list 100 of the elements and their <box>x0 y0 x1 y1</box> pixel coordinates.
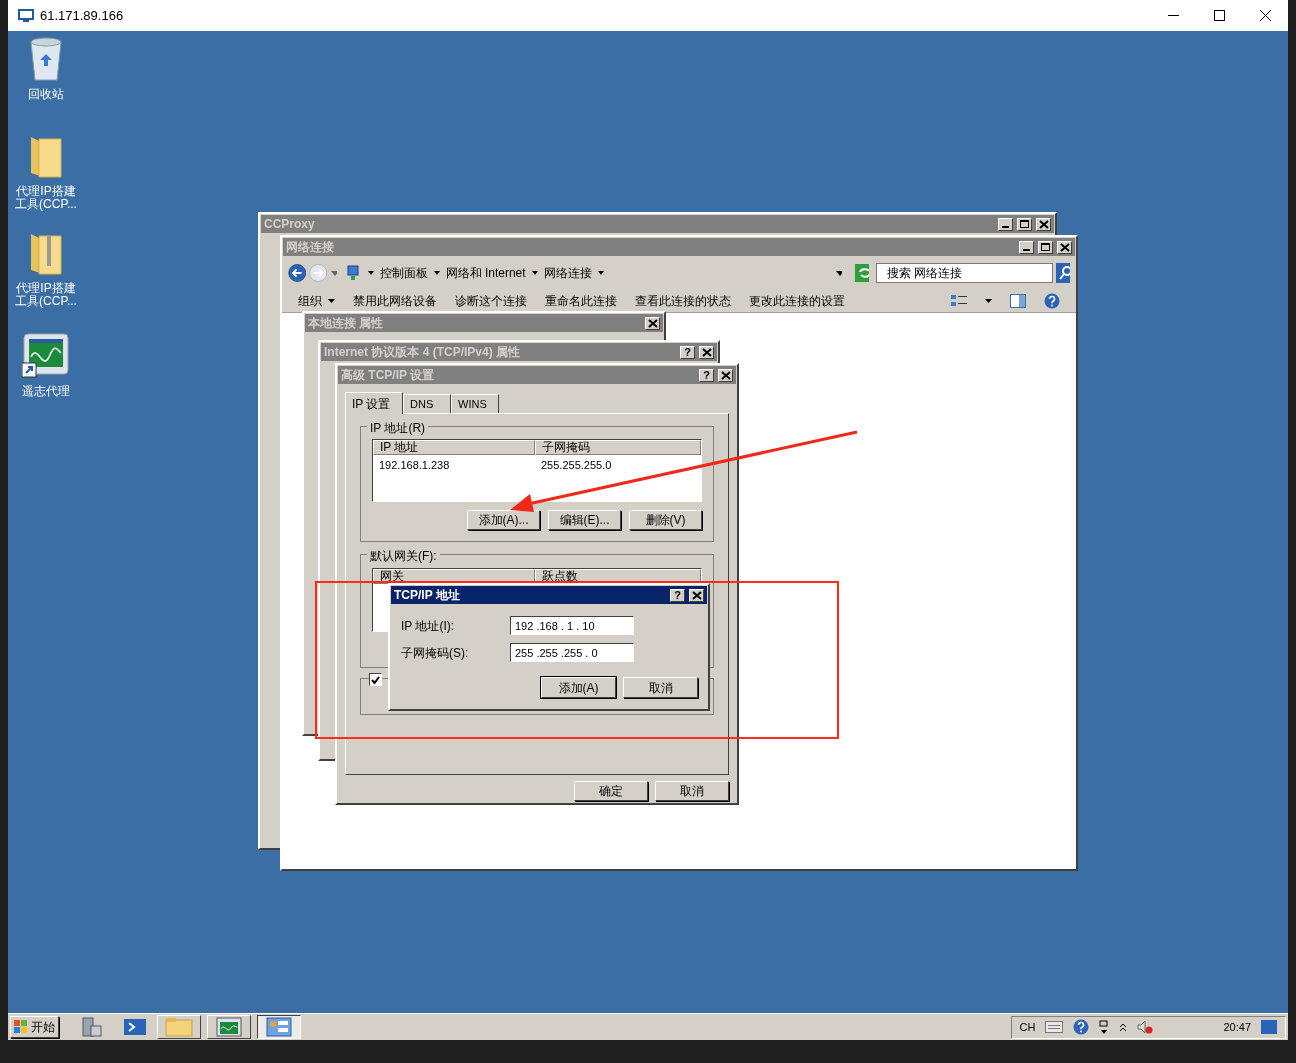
group-label: 默认网关(F): <box>367 547 440 565</box>
breadcrumb-caret-icon[interactable] <box>531 271 538 275</box>
language-indicator[interactable]: CH <box>1019 1018 1036 1036</box>
remote-desktop-icon <box>18 8 34 23</box>
caret-icon <box>328 298 335 303</box>
column-header[interactable]: 子网掩码 <box>535 440 701 455</box>
close-icon <box>647 318 658 328</box>
field-label: 子网掩码(S): <box>401 644 470 662</box>
toolbar-item[interactable]: 诊断这个连接 <box>455 291 527 310</box>
breadcrumb-caret-icon[interactable] <box>433 271 440 275</box>
help-button[interactable]: ? <box>699 368 714 382</box>
windows-logo-icon <box>14 1020 28 1034</box>
proxy-app-icon <box>22 333 70 379</box>
desktop-icon-label[interactable]: 遥志代理 <box>11 385 81 398</box>
window-title: 61.171.89.166 <box>40 6 125 25</box>
group-label: IP 地址(R) <box>367 419 429 437</box>
close-icon <box>701 347 712 357</box>
chevron-up-icon[interactable] <box>1119 1022 1128 1032</box>
close-button[interactable] <box>645 316 660 330</box>
breadcrumb-item[interactable]: 网络连接 <box>543 264 592 282</box>
close-icon <box>720 370 731 380</box>
speaker-muted-icon[interactable] <box>1137 1020 1154 1034</box>
window-title: Internet 协议版本 4 (TCP/IPv4) 属性 <box>324 344 522 361</box>
close-icon <box>1259 10 1271 21</box>
close-icon <box>1059 242 1070 252</box>
caret-icon[interactable] <box>985 298 992 303</box>
minimize-icon <box>1167 15 1179 16</box>
close-button[interactable] <box>689 588 704 602</box>
recycle-bin-icon <box>28 36 64 82</box>
window-title: 网络连接 <box>286 239 335 256</box>
close-button[interactable] <box>1036 217 1051 231</box>
keyboard-icon[interactable] <box>1045 1021 1064 1033</box>
desktop-icon-label[interactable]: 代理IP搭建工具(CCP... <box>11 185 81 211</box>
proxy-app-icon <box>216 1017 242 1037</box>
column-header[interactable]: IP 地址 <box>373 440 535 455</box>
maximize-button[interactable] <box>1038 240 1053 254</box>
view-options-icon[interactable] <box>951 293 967 308</box>
toolbar-item[interactable]: 更改此连接的设置 <box>749 291 845 310</box>
maximize-icon <box>1213 10 1225 21</box>
dialog-button[interactable]: 删除(V) <box>629 510 702 530</box>
ip-address-list[interactable]: IP 地址 子网掩码 192.168.1.238 255.255.255.0 <box>372 439 702 502</box>
window-title: TCP/IP 地址 <box>394 587 461 604</box>
close-icon <box>1038 219 1049 229</box>
close-button[interactable] <box>1057 240 1072 254</box>
minimize-button[interactable] <box>1019 240 1034 254</box>
table-cell-text: 255.255.255.0 <box>540 458 613 473</box>
breadcrumb-item[interactable]: 网络和 Internet <box>445 264 526 282</box>
search-field[interactable]: 搜索 网络连接 <box>875 263 1053 283</box>
maximize-icon <box>1041 243 1050 251</box>
tab[interactable]: WINS <box>451 394 499 413</box>
dialog-button[interactable]: 取消 <box>655 781 729 801</box>
tab[interactable]: IP 设置 <box>345 392 403 414</box>
desktop-icon-label[interactable]: 回收站 <box>11 88 81 101</box>
dialog-button[interactable]: 添加(A)... <box>467 510 540 530</box>
server-manager-icon[interactable] <box>79 1016 103 1038</box>
maximize-icon <box>1020 220 1029 228</box>
window-title: 高级 TCP/IP 设置 <box>341 367 436 384</box>
maximize-button[interactable] <box>1017 217 1032 231</box>
field-label: IP 地址(I): <box>401 617 456 635</box>
network-icon <box>345 265 362 281</box>
breadcrumb-item[interactable]: 控制面板 <box>379 264 428 282</box>
toolbar-item[interactable]: 重命名此连接 <box>545 291 617 310</box>
preview-pane-icon[interactable] <box>1010 293 1026 308</box>
toolbar-item[interactable]: 组织 <box>298 291 335 310</box>
window-title: CCProxy <box>264 216 316 233</box>
ip-input-field[interactable]: 192 .168 . 1 . 10 <box>510 616 634 635</box>
help-button[interactable]: ? <box>680 345 695 359</box>
minimize-button[interactable] <box>998 217 1013 231</box>
start-button[interactable]: 开始 <box>10 1016 59 1038</box>
folder-icon <box>165 1017 193 1037</box>
close-icon <box>691 590 702 600</box>
tab[interactable]: DNS <box>403 394 451 413</box>
minimize-icon <box>1002 225 1009 228</box>
close-button[interactable] <box>699 345 714 359</box>
toolbar-item[interactable]: 禁用此网络设备 <box>353 291 437 310</box>
clock: 20:47 <box>1223 1019 1251 1035</box>
minimize-icon <box>1023 248 1030 251</box>
dialog-button[interactable]: 添加(A) <box>541 677 616 698</box>
dialog-button[interactable]: 编辑(E)... <box>548 510 621 530</box>
refresh-icon[interactable] <box>854 264 869 282</box>
window-title: 本地连接 属性 <box>308 315 385 332</box>
help-icon[interactable] <box>1044 292 1060 309</box>
dropdown-caret-icon[interactable] <box>835 270 842 276</box>
desktop-icon-label[interactable]: 代理IP搭建工具(CCP... <box>11 282 81 308</box>
close-button[interactable] <box>718 368 733 382</box>
breadcrumb-caret-icon[interactable] <box>367 271 374 275</box>
taskbar-button[interactable] <box>257 1015 301 1039</box>
powershell-icon[interactable] <box>123 1016 147 1038</box>
search-icon[interactable] <box>1055 263 1070 283</box>
toolbar-item[interactable]: 查看此连接的状态 <box>635 291 731 310</box>
dialog-button[interactable]: 取消 <box>623 677 698 698</box>
breadcrumb-caret-icon[interactable] <box>597 271 604 275</box>
help-button[interactable]: ? <box>670 588 685 602</box>
network-connections-icon <box>266 1017 292 1037</box>
help-icon[interactable] <box>1073 1019 1090 1035</box>
ip-input-field[interactable]: 255 .255 .255 . 0 <box>510 643 634 662</box>
table-cell-text: 192.168.1.238 <box>378 458 451 473</box>
checkmark-icon <box>371 675 380 684</box>
dialog-button[interactable]: 确定 <box>574 781 648 801</box>
checkbox[interactable] <box>369 673 382 686</box>
